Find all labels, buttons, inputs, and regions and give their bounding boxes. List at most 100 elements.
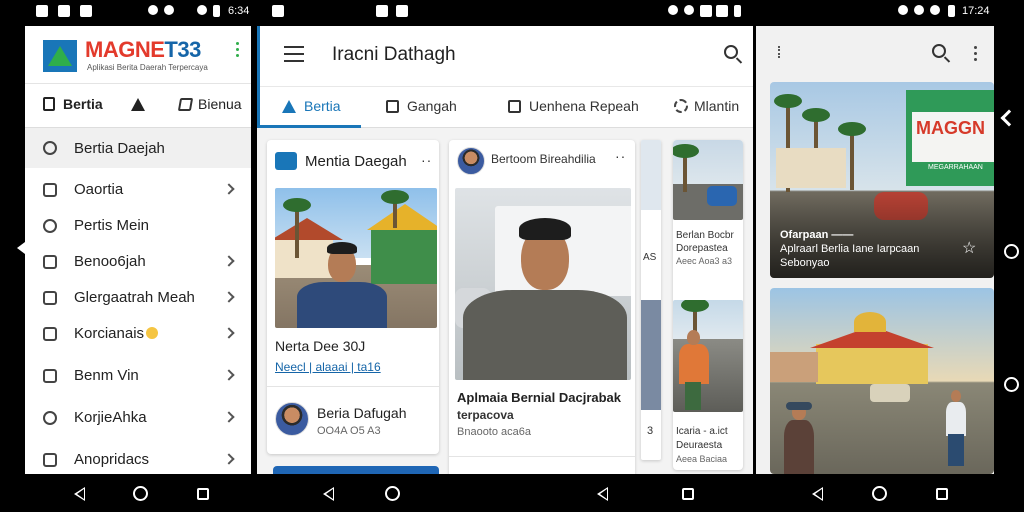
menu-item-selected[interactable]: Bertia Daejah — [25, 128, 251, 168]
bag-icon — [43, 97, 55, 111]
flag-icon — [80, 5, 92, 17]
news-card-column[interactable]: Berlan Bocbr Dorepastea Aeec Aoa3 a3 Ica… — [673, 140, 743, 470]
card-caption: Sebonyao — [780, 257, 830, 269]
recents-icon[interactable] — [682, 488, 694, 500]
bluetooth-icon — [148, 5, 158, 15]
tab-label: Bertia — [63, 96, 103, 112]
menu-item-text: Korcianais — [74, 325, 145, 342]
gallery-card[interactable]: MAGGN MEGARRAHAAN Ofarpaan —— Aplraarl B… — [770, 82, 994, 278]
card-caption: Ofarpaan —— — [780, 229, 854, 241]
app-panel-gallery: MAGGN MEGARRAHAAN Ofarpaan —— Aplraarl B… — [756, 26, 994, 474]
recents-icon[interactable] — [936, 488, 948, 500]
chevron-right-icon — [223, 453, 235, 465]
search-icon[interactable] — [932, 44, 946, 58]
back-icon[interactable] — [74, 487, 85, 501]
card-source: Mentia Daegah — [305, 153, 407, 170]
post-meta: Aeec Aoa3 a3 — [676, 256, 733, 266]
back-icon[interactable] — [323, 487, 334, 501]
card-subtitle: Dorepastea — [676, 243, 728, 254]
tab-alert[interactable] — [131, 96, 145, 112]
tab-bertia[interactable]: Bertia — [43, 96, 103, 112]
tab-uenhena[interactable]: Uenhena Repeah — [508, 98, 639, 114]
tab-mlantin[interactable]: Mlantin — [674, 98, 739, 114]
signal-icon — [716, 5, 728, 17]
bluetooth-icon — [898, 5, 908, 15]
alert-icon — [131, 98, 145, 111]
home-icon[interactable] — [133, 486, 148, 501]
tab-label: Uenhena Repeah — [529, 98, 639, 114]
post-meta: Aeea Baciaa — [676, 454, 728, 464]
star-icon[interactable]: ☆ — [962, 238, 976, 258]
news-card-peek[interactable]: AS 3 — [641, 140, 661, 460]
post-meta: OO4A O5 A3 — [317, 425, 381, 437]
hamburger-menu-icon[interactable] — [284, 46, 304, 67]
active-tab-indicator — [260, 125, 361, 128]
bluetooth-icon — [684, 5, 694, 15]
home-icon[interactable] — [385, 486, 400, 501]
menu-item-oaortia[interactable]: Oaortia — [25, 172, 251, 208]
avatar — [457, 147, 485, 175]
chevron-right-icon — [223, 291, 235, 303]
news-photo — [673, 140, 743, 220]
mail-icon — [58, 5, 70, 17]
news-card[interactable]: Mentia Daegah ·· Nerta Dee 30J Neecl | a… — [267, 140, 439, 454]
back-icon[interactable] — [597, 487, 608, 501]
tab-gangah[interactable]: Gangah — [386, 98, 457, 114]
menu-item-benm-vin[interactable]: Benm Vin — [25, 358, 251, 394]
screen: 6:34 17:24 MAGNET33 Aplikasi Berita Daer… — [0, 0, 1024, 512]
signal-icon — [700, 5, 712, 17]
tab-bienua[interactable]: Bienua — [177, 96, 242, 112]
grid-icon — [43, 183, 57, 197]
menu-item-korcianais[interactable]: Korcianais — [25, 316, 251, 352]
card-headline: Icaria - a.ict — [676, 426, 728, 437]
edit-icon — [508, 100, 521, 113]
tab-label: Mlantin — [694, 98, 740, 114]
menu-item-label: Benoo6jah — [74, 253, 146, 270]
menu-item-anopridacs[interactable]: Anopridacs — [25, 442, 251, 474]
triangle-icon — [282, 100, 296, 113]
battery-icon — [734, 5, 741, 17]
divider — [267, 386, 439, 387]
edge-handle-icon[interactable] — [17, 242, 25, 254]
app-header: MAGNET33 Aplikasi Berita Daerah Terperca… — [25, 26, 251, 84]
menu-item-glergaatrah[interactable]: Glergaatrah Meah — [25, 280, 251, 316]
edge-circle-icon[interactable] — [1004, 377, 1019, 392]
people-icon — [43, 411, 57, 425]
gallery-card[interactable] — [770, 288, 994, 474]
home-icon[interactable] — [872, 486, 887, 501]
tab-label: Bienua — [198, 96, 242, 112]
menu-item-korjieahka[interactable]: KorjieAhka — [25, 400, 251, 436]
sign-text: MAGGN — [916, 118, 985, 138]
menu-item-benoo6jah[interactable]: Benoo6jah — [25, 244, 251, 280]
card-headline: Berlan Bocbr — [676, 230, 734, 241]
gear-icon — [674, 99, 688, 113]
more-icon[interactable]: ·· — [615, 148, 626, 164]
chevron-right-icon — [223, 369, 235, 381]
action-button[interactable] — [273, 466, 439, 474]
back-edge-icon[interactable] — [1000, 109, 1018, 127]
filter-icon[interactable] — [778, 46, 786, 58]
menu-item-label: KorjieAhka — [74, 409, 147, 426]
overflow-menu-icon[interactable] — [974, 46, 977, 61]
card-link[interactable]: Neecl | alaaai | ta16 — [275, 360, 381, 374]
menu-item-label: Anopridacs — [74, 451, 150, 468]
tab-bertia[interactable]: Bertia — [282, 98, 341, 114]
navigation-bar — [0, 474, 1024, 512]
card-label: AS — [643, 252, 657, 263]
news-card-featured[interactable]: Bertoom Bireahdilia ·· Aplmaia Bernial D… — [449, 140, 635, 474]
back-icon[interactable] — [812, 487, 823, 501]
check-icon — [386, 100, 399, 113]
more-icon[interactable]: ·· — [421, 152, 432, 168]
recents-icon[interactable] — [197, 488, 209, 500]
logo-text-a: MAGNE — [85, 37, 165, 62]
edge-circle-icon[interactable] — [1004, 244, 1019, 259]
vibrate-icon — [164, 5, 174, 15]
overflow-menu-icon[interactable] — [236, 42, 239, 58]
card-label: 3 — [647, 425, 654, 437]
search-icon[interactable] — [724, 45, 738, 59]
menu-item-pertis-mein[interactable]: Pertis Mein — [25, 208, 251, 244]
app-bar: Iracni Dathagh Bertia Gangah Uenhena Rep… — [257, 26, 753, 128]
card-headline: Aplmaia Bernial Dacjrabak — [457, 390, 622, 405]
app-panel-menu: MAGNET33 Aplikasi Berita Daerah Terperca… — [25, 26, 251, 474]
card-source: Bertoom Bireahdilia — [491, 152, 596, 166]
